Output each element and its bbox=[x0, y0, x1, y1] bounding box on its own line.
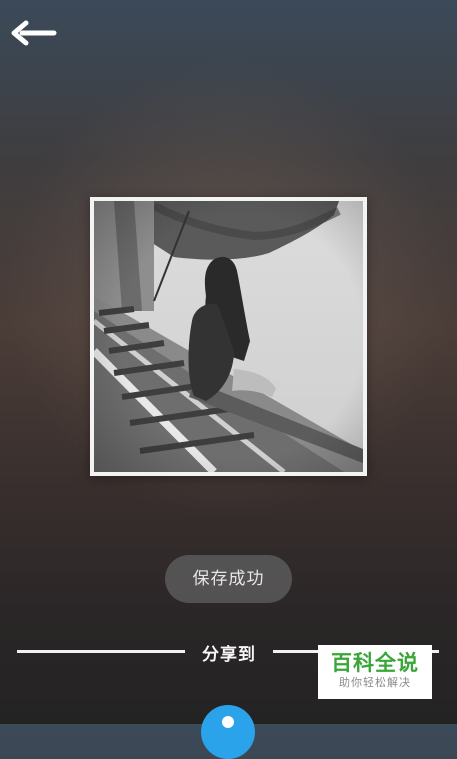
saved-photo bbox=[90, 197, 367, 476]
share-to-label: 分享到 bbox=[202, 645, 256, 665]
share-divider-left bbox=[17, 650, 185, 653]
photo-image bbox=[94, 201, 363, 472]
watermark-logo: 百科全说 助你轻松解决 bbox=[318, 645, 432, 699]
watermark-subtitle: 助你轻松解决 bbox=[339, 676, 411, 689]
share-target-button[interactable] bbox=[201, 705, 255, 759]
share-target-icon bbox=[222, 716, 234, 728]
save-success-toast: 保存成功 bbox=[165, 555, 292, 603]
watermark-title: 百科全说 bbox=[331, 651, 419, 675]
back-arrow-icon[interactable] bbox=[8, 18, 58, 48]
